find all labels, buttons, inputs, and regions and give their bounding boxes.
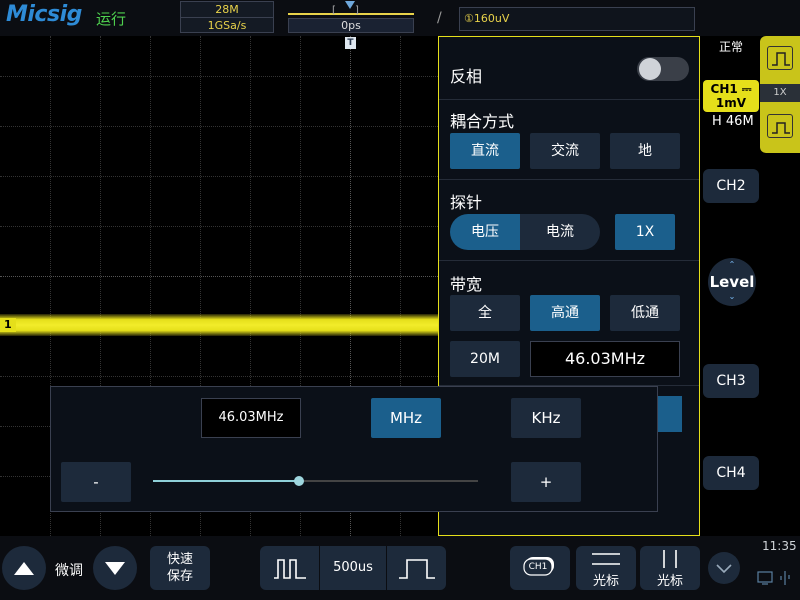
triangle-down-icon	[105, 562, 125, 575]
probe-label: 探针	[450, 193, 483, 212]
coupling-label: 耦合方式	[450, 112, 515, 131]
trigger-position-marker-icon	[345, 1, 355, 9]
trigger-level-knob[interactable]: ⌃ Level ⌄	[708, 258, 756, 306]
divider	[439, 260, 699, 261]
fine-up-button[interactable]	[2, 546, 46, 590]
pulse-low-icon	[767, 114, 793, 138]
fine-down-button[interactable]	[93, 546, 137, 590]
trigger-slope-icon[interactable]: /	[437, 10, 442, 26]
level-up-icon: ⌃	[728, 260, 736, 269]
ch1-volts-per-div: 1mV	[715, 96, 747, 110]
probe-attenuation-button[interactable]: 1X	[615, 214, 675, 250]
level-label: Level	[709, 273, 755, 291]
chevron-down-icon	[716, 564, 732, 574]
system-clock: 11:35	[762, 539, 797, 553]
frequency-entry-popup: 46.03MHz MHz KHz - +	[50, 386, 658, 512]
ch1-probe-tab[interactable]: 1X	[760, 36, 800, 153]
timebase-increase-button[interactable]	[386, 546, 446, 590]
narrow-pulse-icon	[274, 559, 306, 579]
ch4-button[interactable]: CH4	[703, 456, 759, 490]
hidden-panel-button[interactable]	[658, 396, 682, 432]
invert-label: 反相	[450, 67, 483, 86]
wide-pulse-icon	[399, 559, 435, 579]
increment-button[interactable]: +	[511, 462, 581, 502]
channel1-offset-marker[interactable]: 1	[0, 318, 16, 332]
bandwidth-full-button[interactable]: 全	[450, 295, 520, 331]
acquisition-info[interactable]: 28M 1GSa/s	[180, 1, 274, 33]
cursor-h-label: 光标	[592, 574, 619, 589]
unit-mhz-button[interactable]: MHz	[371, 398, 441, 438]
slider-fill	[153, 480, 300, 482]
bandwidth-20m-button[interactable]: 20M	[450, 341, 520, 377]
ch1-scale-badge[interactable]: CH1 ⎓ 1mV	[703, 80, 759, 112]
brand-logo: Micsig	[6, 2, 82, 27]
quick-save-line2: 保存	[166, 569, 193, 584]
ch1-bandwidth-limit: H 46M	[712, 114, 754, 129]
probe-current-button[interactable]: 电流	[520, 214, 600, 250]
vertical-cursor-icon	[663, 550, 677, 568]
cursor-horizontal-button[interactable]: 光标	[576, 546, 636, 590]
trigger-status: 正常	[719, 40, 744, 54]
fine-adjust-label: 微调	[55, 563, 83, 579]
sample-rate: 1GSa/s	[181, 17, 273, 33]
ch1-probe-attenuation: 1X	[760, 84, 800, 102]
quick-save-button[interactable]: 快速 保存	[150, 546, 210, 590]
invert-toggle[interactable]	[637, 57, 689, 81]
trigger-time-marker[interactable]: T	[345, 37, 356, 49]
divider	[439, 179, 699, 180]
memory-depth: 28M	[215, 3, 239, 16]
horizontal-cursor-icon	[592, 553, 620, 565]
divider	[439, 99, 699, 100]
usb-icon	[780, 571, 790, 585]
timebase-value: 500us	[333, 560, 373, 575]
timebase-control[interactable]: 500us	[260, 546, 446, 590]
run-stop-status[interactable]: 运行	[96, 8, 126, 29]
probe-voltage-button[interactable]: 电压	[450, 214, 520, 250]
cursor-v-label: 光标	[656, 574, 683, 589]
bandwidth-frequency-field[interactable]: 46.03MHz	[530, 341, 680, 377]
pulse-high-icon	[767, 46, 793, 70]
frequency-entry-value[interactable]: 46.03MHz	[201, 398, 301, 438]
display-icon	[757, 571, 773, 585]
bottom-toolbar: 微调 快速 保存 500us CH1 光标 光标 11:35	[0, 536, 800, 600]
ch1-chip-label: CH1	[528, 562, 548, 572]
coupling-gnd-button[interactable]: 地	[610, 133, 680, 169]
bandwidth-lowpass-button[interactable]: 低通	[610, 295, 680, 331]
trigger-delay[interactable]: 0ps	[288, 18, 414, 33]
cursor-vertical-button[interactable]: 光标	[640, 546, 700, 590]
unit-khz-button[interactable]: KHz	[511, 398, 581, 438]
frequency-slider[interactable]	[153, 476, 478, 486]
bandwidth-highpass-button[interactable]: 高通	[530, 295, 600, 331]
ch3-button[interactable]: CH3	[703, 364, 759, 398]
bandwidth-label: 带宽	[450, 275, 483, 294]
coupling-dc-button[interactable]: 直流	[450, 133, 520, 169]
ch1-badge-name: CH1 ⎓	[710, 82, 752, 96]
timebase-decrease-button[interactable]	[260, 546, 320, 590]
slider-handle[interactable]	[294, 476, 305, 486]
top-status-bar: Micsig 运行 28M 1GSa/s [ ] 0ps / ①160uV	[0, 0, 800, 36]
level-down-icon: ⌄	[728, 292, 736, 301]
channel1-trace	[0, 314, 440, 336]
expand-menu-button[interactable]	[708, 552, 740, 584]
timeline-overview[interactable]: [ ] 0ps	[282, 1, 427, 33]
toggle-knob	[639, 58, 661, 80]
quick-save-line1: 快速	[166, 552, 193, 567]
ch2-button[interactable]: CH2	[703, 169, 759, 203]
channel-menu-button[interactable]: CH1	[510, 546, 570, 590]
triangle-up-icon	[14, 562, 34, 575]
coupling-ac-button[interactable]: 交流	[530, 133, 600, 169]
trigger-level-readout[interactable]: ①160uV	[459, 7, 695, 31]
decrement-button[interactable]: -	[61, 462, 131, 502]
